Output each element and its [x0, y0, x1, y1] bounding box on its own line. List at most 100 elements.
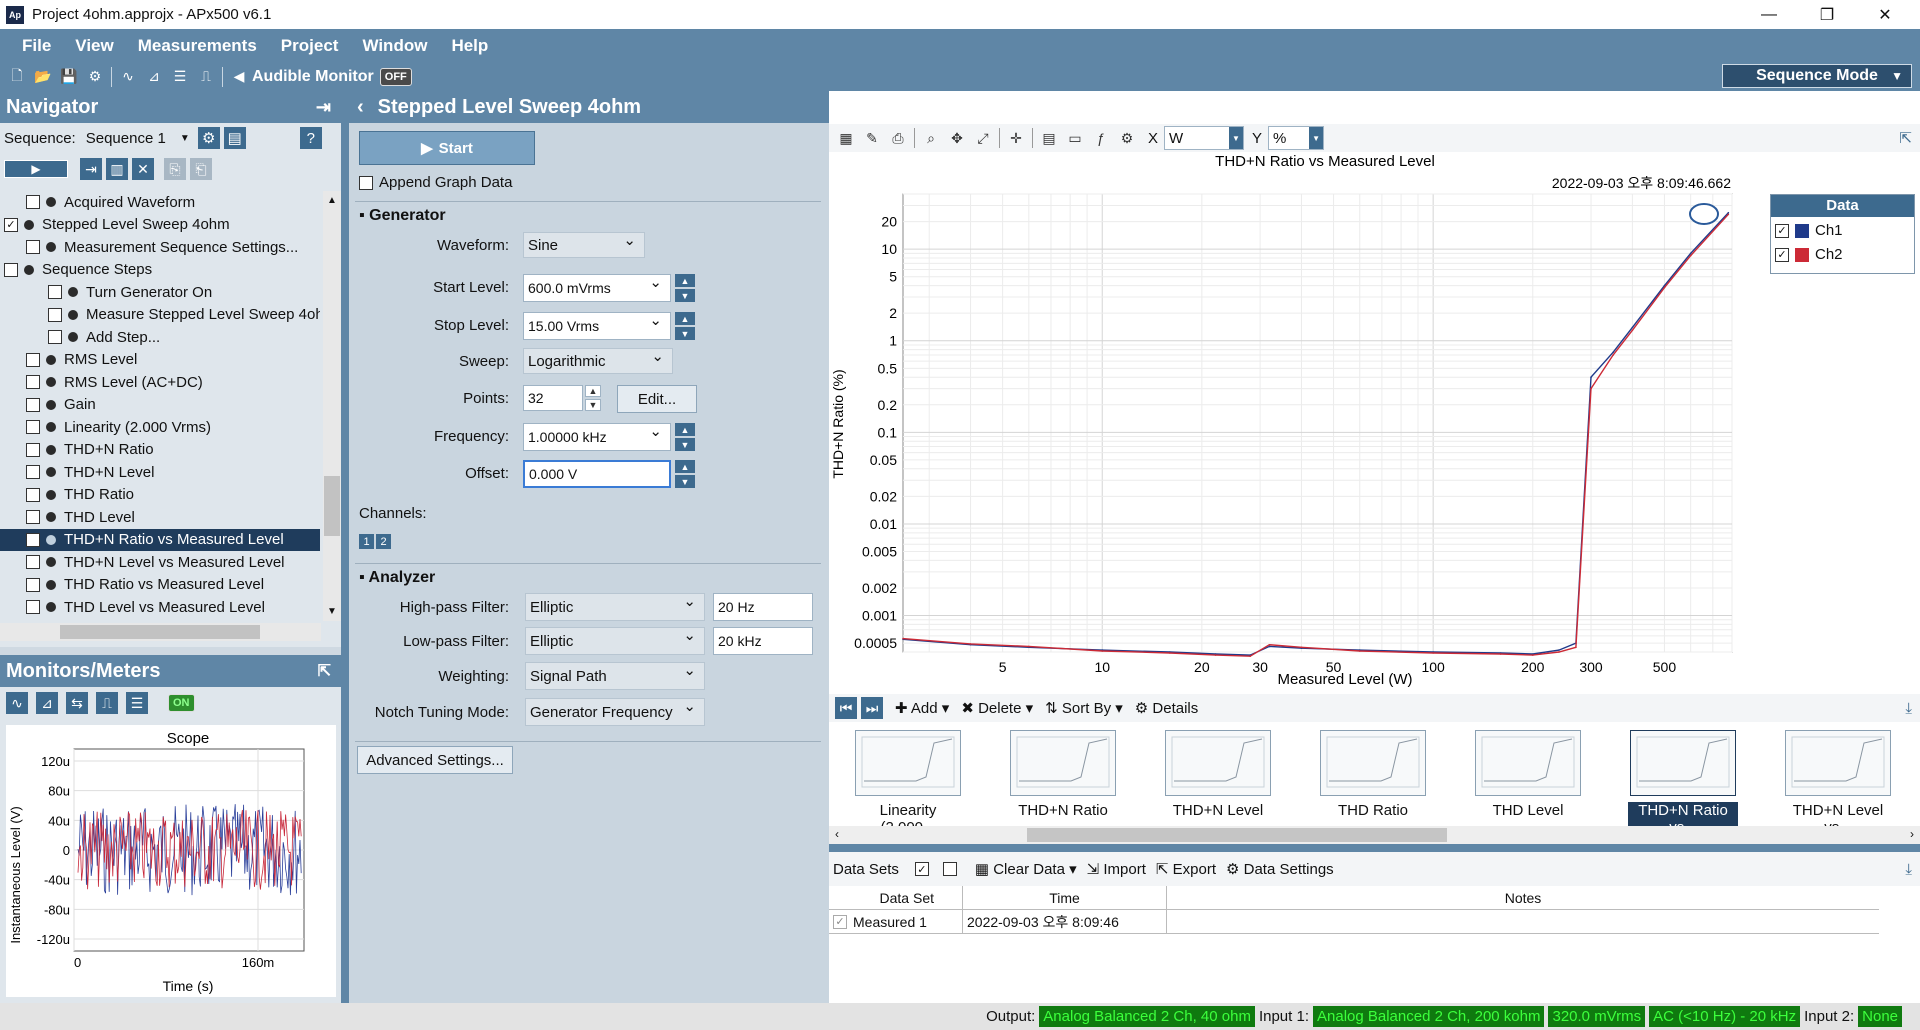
input-level-value[interactable]: 320.0 mVrms: [1548, 1006, 1646, 1027]
navigator-item[interactable]: ✓ THD+N Ratio vs Measured Level: [0, 528, 320, 551]
help-icon[interactable]: ?: [299, 127, 322, 149]
navigator-item[interactable]: Add Step...: [0, 326, 320, 349]
lowpass-freq-input[interactable]: 20 kHz: [713, 627, 813, 655]
navigator-item-checkbox[interactable]: [26, 555, 40, 570]
navigator-item[interactable]: Turn Generator On: [0, 281, 320, 304]
audible-monitor-toggle[interactable]: OFF: [379, 67, 412, 86]
first-result-icon[interactable]: ⏮: [835, 697, 857, 719]
next-result-icon[interactable]: ⏭: [861, 697, 883, 719]
append-graph-data-checkbox[interactable]: Append Graph Data: [359, 174, 512, 191]
waveform-dropdown[interactable]: Sine: [523, 231, 645, 258]
table-icon[interactable]: ▤: [1038, 127, 1060, 149]
result-thumbnail[interactable]: THD+N Ratio vs...: [1628, 730, 1738, 836]
notch-tuning-dropdown[interactable]: Generator Frequency: [525, 697, 705, 726]
cursor-icon[interactable]: ✛: [1005, 127, 1027, 149]
result-thumbnail[interactable]: THD+N Level vs...: [1783, 730, 1893, 836]
navigator-item-checkbox[interactable]: [26, 195, 40, 210]
list-meter-icon[interactable]: ☰: [126, 692, 148, 714]
speaker-icon[interactable]: ◀: [228, 66, 250, 88]
paste-step-icon[interactable]: ⎗: [190, 158, 212, 180]
menu-help[interactable]: Help: [451, 36, 488, 56]
navigator-item-checkbox[interactable]: [26, 420, 40, 435]
dataset-checkbox[interactable]: ✓: [833, 914, 847, 929]
navigator-item[interactable]: Sequence Steps: [0, 259, 320, 282]
new-file-icon[interactable]: 🗋: [6, 66, 28, 88]
navigator-item-checkbox[interactable]: [48, 330, 62, 345]
step-in-icon[interactable]: ⇥: [80, 158, 102, 180]
navigator-item[interactable]: Measure Stepped Level Sweep 4ohm: [0, 304, 320, 327]
navigator-item-checkbox[interactable]: [26, 442, 40, 457]
navigator-item-checkbox[interactable]: [26, 375, 40, 390]
graph-edit-icon[interactable]: ✎: [861, 127, 883, 149]
navigator-item[interactable]: THD+N Ratio: [0, 439, 320, 462]
run-sequence-button[interactable]: ▶: [4, 160, 68, 178]
delete-result-button[interactable]: ✖ Delete ▾: [961, 699, 1033, 717]
navigator-item-checkbox[interactable]: [26, 352, 40, 367]
bar-meter-icon[interactable]: ⎍: [96, 692, 118, 714]
data-settings-button[interactable]: ⚙ Data Settings: [1226, 860, 1334, 878]
weighting-dropdown[interactable]: Signal Path: [525, 661, 705, 690]
stop-level-spinner[interactable]: ▲ ▼: [675, 312, 695, 340]
navigator-item[interactable]: THD Level: [0, 506, 320, 529]
navigator-item-checkbox[interactable]: [26, 577, 40, 592]
offset-spinner[interactable]: ▲ ▼: [675, 460, 695, 488]
datasets-collapse-icon[interactable]: ⤓: [1905, 861, 1912, 878]
clear-data-button[interactable]: ▦ Clear Data ▾: [975, 860, 1077, 878]
select-none-checkbox[interactable]: [942, 862, 957, 876]
graph-popout-icon[interactable]: ⇱: [1899, 129, 1912, 147]
navigator-item[interactable]: THD+N Level: [0, 461, 320, 484]
channel-1-toggle[interactable]: 1: [359, 534, 374, 549]
meter-icon[interactable]: ⇆: [66, 692, 88, 714]
navigator-item-checkbox[interactable]: [26, 465, 40, 480]
menu-view[interactable]: View: [75, 36, 113, 56]
navigator-item[interactable]: ✓ Stepped Level Sweep 4ohm: [0, 214, 320, 237]
open-file-icon[interactable]: 📂: [32, 66, 54, 88]
header-time[interactable]: Time: [963, 886, 1167, 909]
zoom-fit-icon[interactable]: ⤢: [972, 127, 994, 149]
graph-icon[interactable]: ⊿: [143, 66, 165, 88]
image-icon[interactable]: ▭: [1064, 127, 1086, 149]
navigator-item-checkbox[interactable]: ✓: [4, 217, 18, 232]
navigator-item-checkbox[interactable]: [26, 397, 40, 412]
navigator-item-checkbox[interactable]: [26, 510, 40, 525]
navigator-item-checkbox[interactable]: [4, 262, 18, 277]
y-unit-select[interactable]: % ▼: [1268, 126, 1325, 150]
minimize-button[interactable]: —: [1740, 0, 1798, 29]
result-thumbnail[interactable]: Linearity (2.000...: [853, 730, 963, 836]
fft-icon[interactable]: ⊿: [36, 692, 58, 714]
navigator-item-checkbox[interactable]: [26, 600, 40, 615]
navigator-item[interactable]: Linearity (2.000 Vrms): [0, 416, 320, 439]
highpass-freq-input[interactable]: 20 Hz: [713, 593, 813, 621]
save-icon[interactable]: 💾: [58, 66, 80, 88]
bars-icon[interactable]: ⎍: [195, 66, 217, 88]
highpass-dropdown[interactable]: Elliptic: [525, 592, 705, 621]
menu-project[interactable]: Project: [281, 36, 339, 56]
pan-icon[interactable]: ✥: [946, 127, 968, 149]
splitter[interactable]: [829, 844, 1920, 852]
navigator-item[interactable]: THD Ratio vs Measured Level: [0, 574, 320, 597]
channel-2-toggle[interactable]: 2: [376, 534, 391, 549]
select-all-checkbox[interactable]: ✓: [914, 862, 929, 876]
navigator-item-checkbox[interactable]: [48, 285, 62, 300]
sort-by-button[interactable]: ⇅ Sort By ▾: [1045, 699, 1123, 717]
points-edit-button[interactable]: Edit...: [617, 385, 697, 413]
pin-icon[interactable]: ⇥: [316, 97, 331, 118]
header-notes[interactable]: Notes: [1167, 886, 1879, 909]
sine-wave-icon[interactable]: ∿: [117, 66, 139, 88]
frequency-spinner[interactable]: ▲ ▼: [675, 423, 695, 451]
result-thumbnail[interactable]: THD+N Level: [1163, 730, 1273, 819]
input-bandwidth-value[interactable]: AC (<10 Hz) - 20 kHz: [1649, 1006, 1801, 1027]
points-input[interactable]: 32: [523, 385, 583, 411]
menu-window[interactable]: Window: [362, 36, 427, 56]
import-button[interactable]: ⇲ Import: [1087, 860, 1146, 878]
delete-step-icon[interactable]: ✕: [132, 158, 154, 180]
result-thumbnail[interactable]: THD+N Ratio: [1008, 730, 1118, 819]
navigator-scrollbar[interactable]: ▲ ▼: [323, 191, 341, 621]
legend-ch2[interactable]: ✓ Ch2: [1771, 244, 1914, 265]
sequence-settings-icon[interactable]: ⚙: [197, 127, 220, 149]
offset-input[interactable]: 0.000 V: [523, 460, 671, 488]
popout-icon[interactable]: ⇱: [318, 661, 331, 681]
navigator-item[interactable]: THD Ratio: [0, 484, 320, 507]
copy-step-icon[interactable]: ⎘: [164, 158, 186, 180]
export-button[interactable]: ⇱ Export: [1156, 860, 1216, 878]
